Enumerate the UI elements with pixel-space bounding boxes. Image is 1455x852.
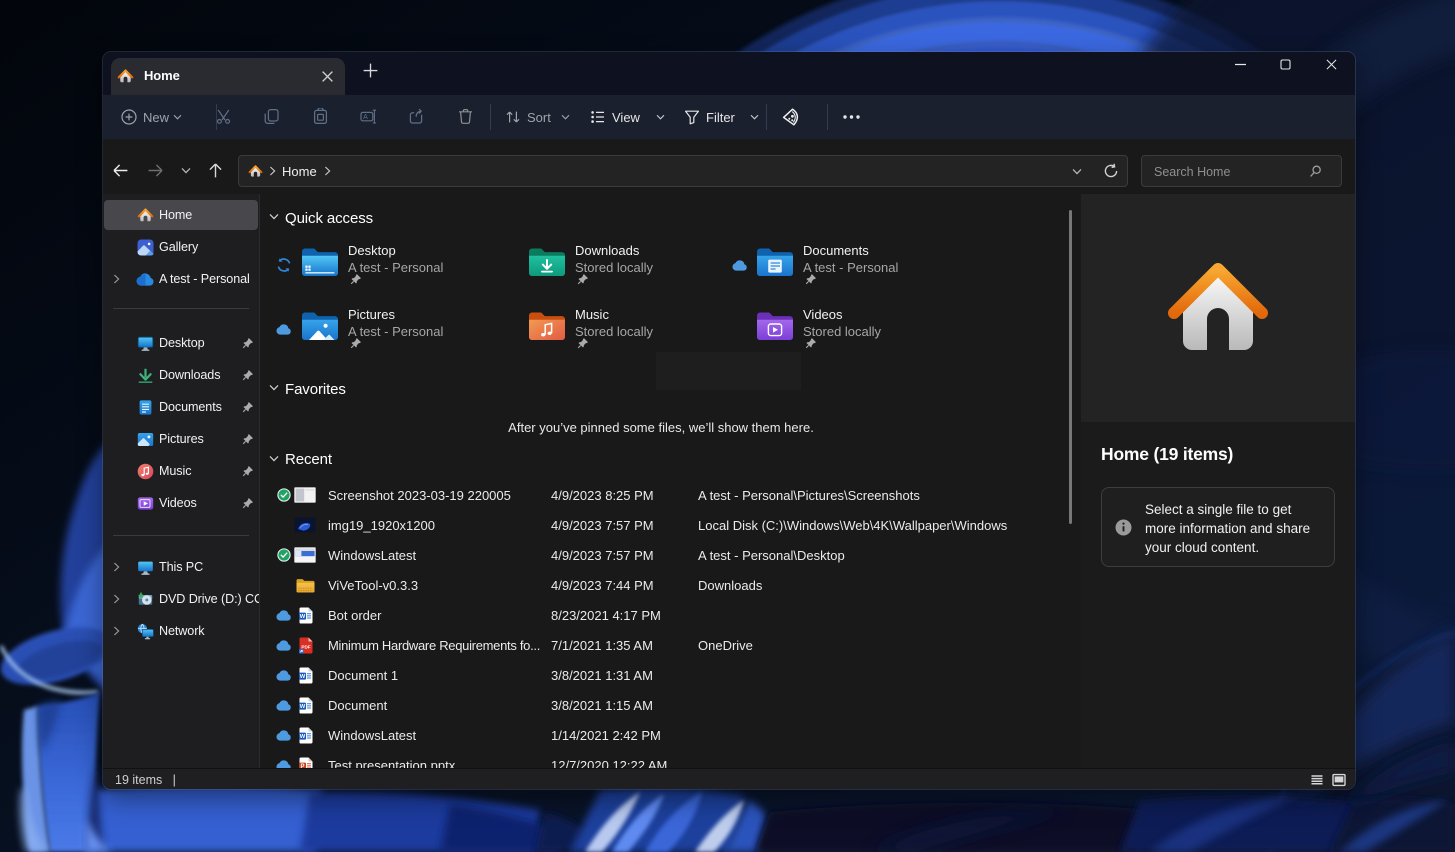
svg-text:A: A — [363, 114, 368, 121]
